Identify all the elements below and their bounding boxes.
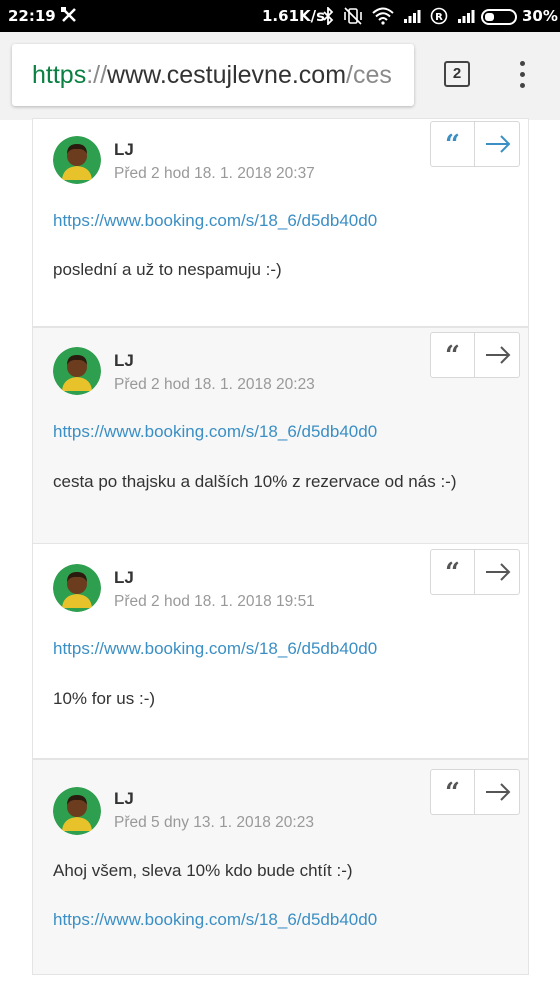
comment-post: LJ Před 2 hod 18. 1. 2018 20:23 https://… (32, 327, 529, 544)
network-speed: 1.61K/s (262, 7, 326, 25)
discussion-feed: LJ Před 2 hod 18. 1. 2018 20:37 https://… (0, 118, 560, 996)
bluetooth-icon (323, 7, 334, 25)
comment-post: LJ Před 5 dny 13. 1. 2018 20:23 Ahoj vše… (32, 759, 529, 975)
avatar[interactable] (53, 564, 101, 612)
arrow-right-icon (486, 135, 511, 153)
author-name[interactable]: LJ (114, 140, 134, 160)
quote-icon: “ (445, 341, 460, 371)
url-scheme: https (32, 61, 87, 89)
quote-button[interactable]: “ (431, 122, 475, 166)
post-text: Ahoj všem, sleva 10% kdo bude chtít :-) (53, 861, 353, 880)
quote-button[interactable]: “ (431, 550, 475, 594)
post-actions: “ (430, 549, 520, 595)
post-actions: “ (430, 332, 520, 378)
comment-post: LJ Před 2 hod 18. 1. 2018 20:37 https://… (32, 118, 529, 327)
post-meta: Před 2 hod 18. 1. 2018 20:37 (114, 165, 315, 182)
url-path: /ces (346, 61, 392, 89)
post-meta: Před 2 hod 18. 1. 2018 20:23 (114, 376, 315, 393)
address-bar[interactable]: https://www.cestujlevne.com/ces (12, 44, 414, 106)
status-icons: R (322, 5, 475, 27)
battery-icon (481, 9, 517, 25)
wifi-icon (372, 7, 394, 25)
more-vert-icon[interactable] (515, 60, 529, 90)
author-name[interactable]: LJ (114, 568, 134, 588)
tab-switcher-button[interactable]: 2 (444, 61, 470, 87)
reply-button[interactable] (476, 122, 520, 166)
post-link[interactable]: https://www.booking.com/s/18_6/d5db40d0 (53, 211, 377, 231)
quote-icon: “ (445, 130, 460, 160)
arrow-right-icon (486, 346, 511, 364)
reply-button[interactable] (476, 770, 520, 814)
post-meta: Před 2 hod 18. 1. 2018 19:51 (114, 593, 315, 610)
post-actions: “ (430, 769, 520, 815)
author-name[interactable]: LJ (114, 351, 134, 371)
reply-button[interactable] (476, 550, 520, 594)
comment-post: LJ Před 2 hod 18. 1. 2018 19:51 https://… (32, 543, 529, 759)
avatar[interactable] (53, 787, 101, 835)
url-separator: :// (86, 61, 108, 89)
post-link[interactable]: https://www.booking.com/s/18_6/d5db40d0 (53, 639, 377, 659)
post-text: poslední a už to nespamuju :-) (53, 260, 282, 279)
quote-button[interactable]: “ (431, 333, 475, 377)
quote-icon: “ (445, 558, 460, 588)
reply-button[interactable] (476, 333, 520, 377)
post-link[interactable]: https://www.booking.com/s/18_6/d5db40d0 (53, 910, 377, 930)
signal-icon (458, 10, 475, 23)
arrow-right-icon (486, 783, 511, 801)
vibrate-off-icon (344, 7, 362, 25)
post-text: 10% for us :-) (53, 689, 156, 708)
quote-icon: “ (445, 778, 460, 808)
post-actions: “ (430, 121, 520, 167)
post-meta: Před 5 dny 13. 1. 2018 20:23 (114, 814, 314, 831)
author-name[interactable]: LJ (114, 789, 134, 809)
arrow-right-icon (486, 563, 511, 581)
quote-button[interactable]: “ (431, 770, 475, 814)
avatar[interactable] (53, 136, 101, 184)
status-bar: 22:19 1.61K/s R 30% (0, 0, 560, 32)
url-host: www.cestujlevne.com (107, 61, 347, 89)
status-time: 22:19 (8, 7, 56, 25)
browser-toolbar: https://www.cestujlevne.com/ces 2 (0, 32, 560, 120)
post-link[interactable]: https://www.booking.com/s/18_6/d5db40d0 (53, 422, 377, 442)
post-text: cesta po thajsku a dalších 10% z rezerva… (53, 472, 457, 491)
signal-icon (404, 10, 421, 23)
svg-text:R: R (435, 12, 443, 23)
avatar[interactable] (53, 347, 101, 395)
tool-icon (61, 7, 76, 22)
battery-percent: 30% (522, 7, 558, 25)
roaming-icon: R (430, 7, 448, 25)
